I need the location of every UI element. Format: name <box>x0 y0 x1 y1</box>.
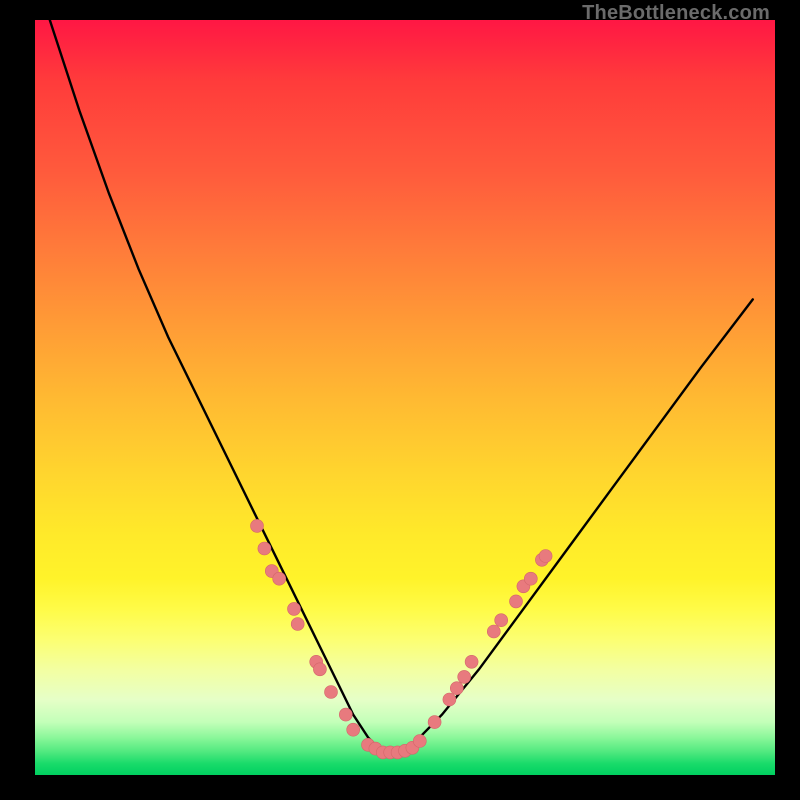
data-point <box>251 519 264 532</box>
data-point <box>510 595 523 608</box>
data-point <box>539 550 552 563</box>
data-point <box>325 686 338 699</box>
data-point <box>258 542 271 555</box>
plot-area <box>35 20 775 775</box>
data-point <box>443 693 456 706</box>
data-point <box>347 723 360 736</box>
data-point <box>524 572 537 585</box>
data-point <box>291 618 304 631</box>
bottleneck-curve <box>50 20 753 752</box>
data-point <box>465 655 478 668</box>
data-points-group <box>251 519 553 759</box>
data-point <box>313 663 326 676</box>
data-point <box>450 682 463 695</box>
data-point <box>413 735 426 748</box>
chart-svg <box>35 20 775 775</box>
chart-frame: TheBottleneck.com <box>0 0 800 800</box>
data-point <box>273 572 286 585</box>
data-point <box>487 625 500 638</box>
data-point <box>339 708 352 721</box>
data-point <box>288 602 301 615</box>
data-point <box>458 670 471 683</box>
data-point <box>428 716 441 729</box>
data-point <box>495 614 508 627</box>
